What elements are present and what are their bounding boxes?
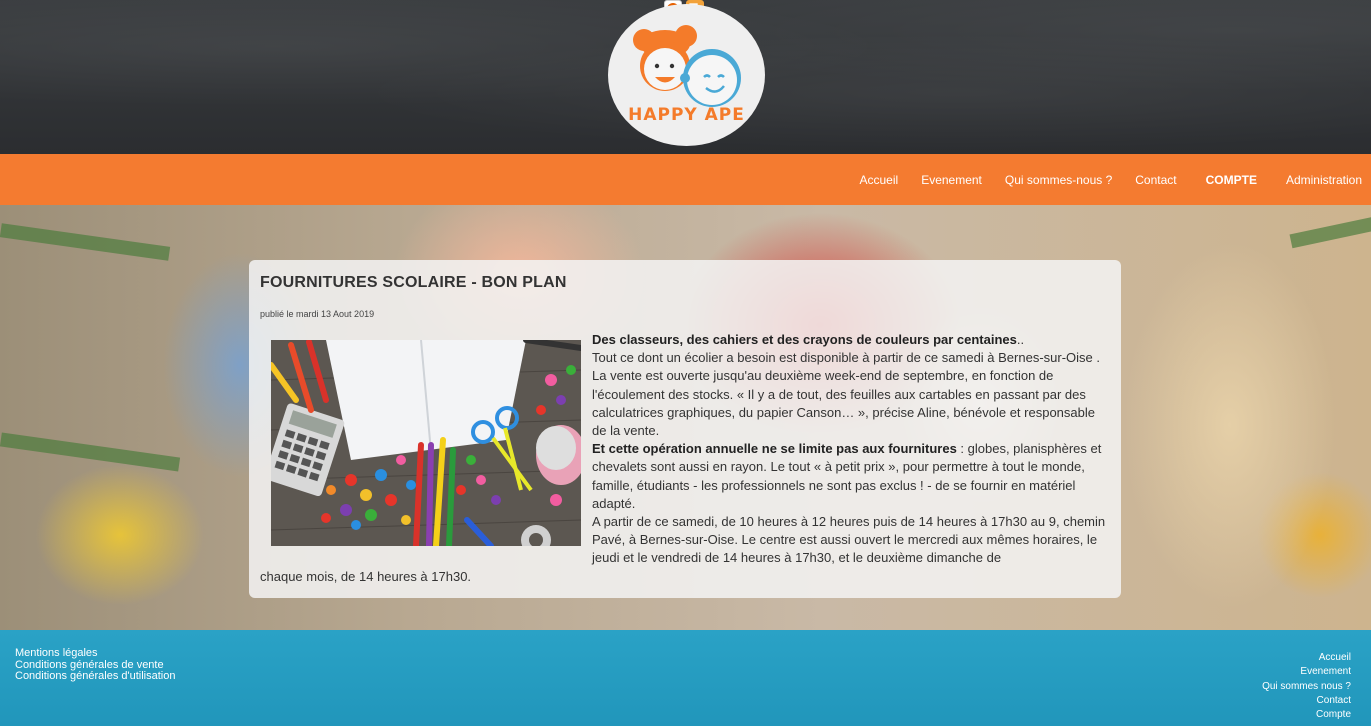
footer-link-qui-sommes-nous[interactable]: Qui sommes nous ? xyxy=(1262,680,1351,694)
footer-link-mentions-legales[interactable]: Mentions légales xyxy=(15,647,175,660)
article-paragraph-3-tail: chaque mois, de 14 heures à 17h30. xyxy=(260,569,472,584)
article-title: FOURNITURES SCOLAIRE - BON PLAN xyxy=(260,274,567,291)
article-paragraph-3: A partir de ce samedi, de 10 heures à 12… xyxy=(592,514,1106,566)
article-paragraph-1: Tout ce dont un écolier a besoin est dis… xyxy=(592,350,1100,439)
article-card: FOURNITURES SCOLAIRE - BON PLAN publié l… xyxy=(249,260,1121,598)
footer-link-cgu[interactable]: Conditions générales d'utilisation xyxy=(15,670,175,683)
school-supplies-image xyxy=(271,340,581,546)
footer-link-accueil[interactable]: Accueil xyxy=(1262,651,1351,665)
article-date: publié le mardi 13 Aout 2019 xyxy=(260,309,375,319)
header-banner: HAPPY APE xyxy=(0,0,1371,154)
article-body: Des classeurs, des cahiers et des crayon… xyxy=(592,331,1112,568)
logo-text: HAPPY APE xyxy=(628,105,745,125)
article-lead-bold: Des classeurs, des cahiers et des crayon… xyxy=(592,332,1017,347)
kids-faces-icon xyxy=(633,25,741,107)
main-navbar: Accueil Evenement Qui sommes-nous ? Cont… xyxy=(0,154,1371,205)
nav-item-evenement[interactable]: Evenement xyxy=(921,173,982,187)
footer-link-contact[interactable]: Contact xyxy=(1262,694,1351,708)
nav-item-accueil[interactable]: Accueil xyxy=(860,173,899,187)
footer-link-compte[interactable]: Compte xyxy=(1262,708,1351,722)
footer-legal-links: Mentions légales Conditions générales de… xyxy=(15,647,175,683)
nav-item-contact[interactable]: Contact xyxy=(1135,173,1176,187)
site-logo[interactable]: HAPPY APE xyxy=(608,4,765,146)
nav-item-qui-sommes-nous[interactable]: Qui sommes-nous ? xyxy=(1005,173,1112,187)
footer-link-evenement[interactable]: Evenement xyxy=(1262,665,1351,679)
article-lead-rest: .. xyxy=(1016,332,1025,347)
nav-item-compte[interactable]: COMPTE xyxy=(1206,173,1257,187)
nav-item-administration[interactable]: Administration xyxy=(1286,173,1362,187)
site-footer: Mentions légales Conditions générales de… xyxy=(0,630,1371,726)
footer-nav-links: Accueil Evenement Qui sommes nous ? Cont… xyxy=(1262,651,1351,722)
article-paragraph-2-bold: Et cette opération annuelle ne se limite… xyxy=(592,441,957,457)
